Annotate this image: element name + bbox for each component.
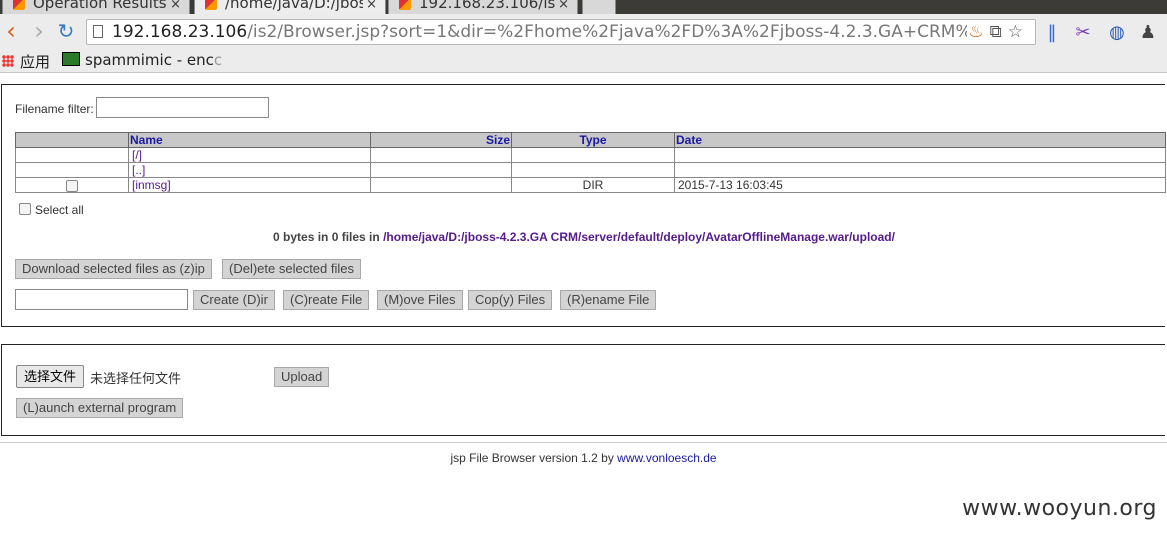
omnibox-icons: ♨⧉☆ — [968, 22, 1029, 42]
apps-grid-icon[interactable] — [2, 55, 14, 67]
row-checkbox[interactable] — [66, 179, 78, 192]
tab-strip: Operation Results × /home/java/D:/jboss … — [0, 0, 1167, 14]
header-select — [15, 132, 129, 148]
address-bar[interactable]: 192.168.23.106/is2/Browser.jsp?sort=1&di… — [86, 19, 1036, 45]
select-all[interactable]: Select all — [19, 203, 84, 217]
extension-spy-icon[interactable]: ♟ — [1137, 22, 1159, 44]
java-icon[interactable]: ♨ — [968, 22, 989, 42]
tab-favicon-icon — [13, 0, 25, 10]
table-row: [inmsg] DIR 2015-7-13 16:03:45 — [15, 177, 1166, 193]
copy-files-button[interactable]: Cop(y) Files — [468, 290, 553, 310]
extension-bars-icon[interactable]: ‖ — [1041, 22, 1063, 44]
directory-summary: 0 bytes in 0 files in /home/java/D:/jbos… — [2, 230, 1166, 244]
create-file-button[interactable]: (C)reate File — [283, 290, 370, 310]
row-date: 2015-7-13 16:03:45 — [674, 177, 1166, 193]
create-dir-button[interactable]: Create (D)ir — [193, 290, 275, 310]
filename-filter-input[interactable] — [96, 97, 269, 118]
table-header-row: Name Size Type Date — [15, 132, 1166, 148]
row-select-cell — [15, 177, 129, 193]
bookmark-apps[interactable]: 应用 — [20, 51, 50, 72]
tab-title: /home/java/D:/jboss — [225, 0, 363, 11]
bookmark-star-icon[interactable]: ☆ — [1008, 22, 1029, 42]
delete-files-button[interactable]: (Del)ete selected files — [222, 259, 361, 279]
download-zip-button[interactable]: Download selected files as (z)ip — [15, 259, 212, 279]
footer: jsp File Browser version 1.2 by www.vonl… — [0, 451, 1167, 465]
column-header-size[interactable]: Size — [370, 132, 512, 148]
column-header-type[interactable]: Type — [511, 132, 675, 148]
table-row: [..] — [15, 162, 1166, 178]
tab-favicon-icon — [399, 0, 411, 10]
browser-toolbar: ‹ › ↻ 192.168.23.106/is2/Browser.jsp?sor… — [0, 14, 1167, 51]
table-row: [/] — [15, 147, 1166, 163]
row-name-link[interactable]: [..] — [128, 162, 371, 178]
row-name-link[interactable]: [/] — [128, 147, 371, 163]
column-header-name[interactable]: Name — [128, 132, 371, 148]
row-size — [370, 162, 512, 178]
translate-icon[interactable]: ⧉ — [990, 22, 1008, 42]
page-icon — [93, 25, 103, 38]
bookmark-spammimic[interactable]: spammimic - encc — [62, 51, 222, 69]
no-file-chosen-label: 未选择任何文件 — [90, 371, 182, 386]
row-type — [511, 162, 675, 178]
rename-file-button[interactable]: (R)ename File — [560, 290, 657, 310]
tab-close-icon[interactable]: × — [170, 0, 181, 13]
upload-panel: 选择文件 未选择任何文件 Upload (L)aunch external pr… — [1, 344, 1165, 436]
footer-divider — [0, 442, 1167, 443]
url-path: /is2/Browser.jsp?sort=1&dir=%2Fhome%2Fja… — [247, 22, 967, 42]
extension-globe-icon[interactable]: ◍ — [1106, 22, 1128, 44]
row-size — [370, 177, 512, 193]
tab-favicon-icon — [205, 0, 217, 10]
filename-input[interactable] — [15, 289, 188, 310]
tab-title: 192.168.23.106/is/c — [419, 0, 555, 11]
tab-ip-address[interactable]: 192.168.23.106/is/c × — [388, 0, 578, 14]
select-all-checkbox[interactable] — [19, 203, 31, 215]
summary-prefix: 0 bytes in 0 files in — [273, 230, 384, 244]
row-type — [511, 147, 675, 163]
footer-text: jsp File Browser version 1.2 by — [450, 451, 618, 465]
file-browser-panel: Filename filter: Name Size Type Date [/] — [1, 84, 1166, 327]
bookmark-spammimic-fade: c — [213, 51, 223, 69]
page-content: Filename filter: Name Size Type Date [/] — [0, 73, 1167, 537]
summary-path: /home/java/D:/jboss-4.2.3.GA CRM/server/… — [383, 230, 895, 244]
file-table: Name Size Type Date [/] [..] [inmsg] DIR… — [15, 132, 1166, 193]
filter-label: Filename filter: — [15, 102, 94, 116]
bookmarks-bar: 应用 spammimic - encc — [0, 51, 1167, 73]
tab-operation-results[interactable]: Operation Results × — [2, 0, 190, 14]
url-host: 192.168.23.106 — [112, 22, 248, 42]
bookmark-spammimic-label: spammimic - enc — [85, 51, 214, 69]
url-text[interactable]: 192.168.23.106/is2/Browser.jsp?sort=1&di… — [112, 22, 967, 42]
footer-link[interactable]: www.vonloesch.de — [617, 451, 716, 465]
row-type: DIR — [511, 177, 675, 193]
row-select-cell — [15, 147, 129, 163]
row-date — [674, 162, 1166, 178]
back-icon[interactable]: ‹ — [0, 19, 22, 44]
tab-close-icon[interactable]: × — [366, 0, 377, 13]
row-date — [674, 147, 1166, 163]
tab-title: Operation Results — [33, 0, 167, 11]
launch-program-button[interactable]: (L)aunch external program — [16, 398, 184, 418]
new-tab-button[interactable] — [582, 0, 616, 14]
tab-browser-jsp[interactable]: /home/java/D:/jboss × — [194, 0, 386, 14]
tab-close-icon[interactable]: × — [558, 0, 569, 13]
row-size — [370, 147, 512, 163]
row-select-cell — [15, 162, 129, 178]
move-files-button[interactable]: (M)ove Files — [377, 290, 463, 310]
upload-button[interactable]: Upload — [274, 367, 330, 387]
column-header-date[interactable]: Date — [674, 132, 1166, 148]
forward-icon[interactable]: › — [28, 19, 50, 44]
row-name-link[interactable]: [inmsg] — [128, 177, 371, 193]
watermark: www.wooyun.org — [962, 496, 1157, 521]
spammimic-icon — [62, 52, 80, 66]
choose-file-button[interactable]: 选择文件 — [16, 365, 85, 388]
extension-scissors-icon[interactable]: ✂ — [1072, 22, 1094, 44]
select-all-label: Select all — [35, 203, 84, 217]
reload-icon[interactable]: ↻ — [55, 20, 77, 44]
